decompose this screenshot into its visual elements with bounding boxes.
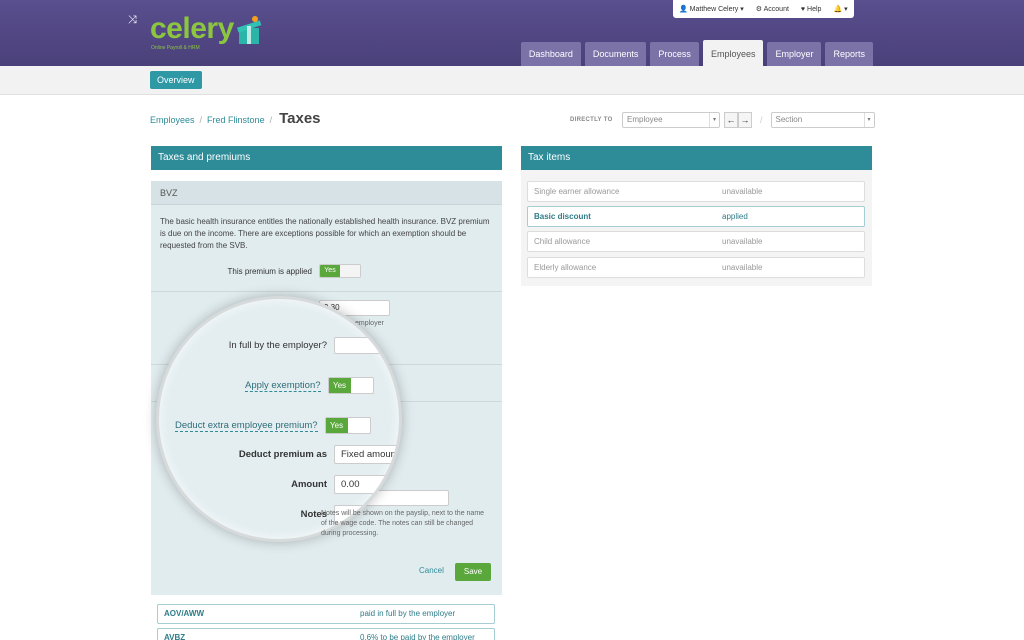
tax-item-name: Elderly allowance — [534, 263, 597, 272]
mag-deduct-as-row: Deduct premium as Fixed amount — [159, 445, 399, 464]
breadcrumb-separator: / — [199, 115, 203, 125]
list-item-name: AVBZ — [164, 633, 186, 640]
full-by-employer-toggle[interactable] — [334, 337, 380, 354]
mag-full-by-employer-row: In full by the employer? — [159, 337, 380, 354]
full-by-employer-label: In full by the employer? — [228, 340, 327, 351]
directly-to-bar: DIRECTLY TO Employee ▾ ← → / Section ▾ — [570, 112, 875, 128]
brand-name: celery — [150, 12, 234, 45]
tab-process[interactable]: Process — [650, 42, 699, 66]
deduct-as-label: Deduct premium as — [238, 449, 327, 460]
tax-items-panel-title: Tax items — [521, 146, 872, 170]
tax-item-status: unavailable — [722, 187, 763, 196]
tax-item[interactable]: Single earner allowance unavailable — [527, 181, 865, 202]
tab-employees[interactable]: Employees — [702, 40, 764, 66]
user-menu: 👤 Matthew Celery ▾ ⚙ Account ♥ Help 🔔 ▾ — [673, 0, 854, 18]
premium-applied-toggle[interactable]: Yes — [319, 264, 361, 278]
bvz-description: The basic health insurance entitles the … — [160, 217, 490, 250]
top-header: celery Online Payroll & HRM ⤨ 👤 Matthew … — [0, 0, 1024, 66]
employee-select[interactable]: Employee ▾ — [622, 112, 720, 128]
premium-applied-label: This premium is applied — [227, 266, 312, 276]
list-item[interactable]: AOV/AWW paid in full by the employer — [157, 604, 495, 624]
deduct-as-select[interactable]: Fixed amount — [334, 445, 399, 464]
toggle-knob — [340, 265, 360, 277]
list-item-status: paid in full by the employer — [360, 609, 456, 618]
account-label: Account — [763, 6, 789, 13]
premium-applied-row: This premium is applied Yes — [151, 264, 361, 278]
toggle-yes: Yes — [320, 265, 340, 277]
brand-tagline: Online Payroll & HRM — [151, 45, 200, 51]
chevron-down-icon: ▾ — [863, 113, 874, 127]
save-button[interactable]: Save — [455, 563, 491, 581]
notes-label: Notes — [300, 509, 327, 520]
sub-nav: Overview — [0, 66, 1024, 95]
mag-apply-exemption-row: Apply exemption? Yes — [159, 377, 374, 394]
deduct-extra-label: Deduct extra employee premium? — [175, 419, 318, 432]
directly-to-label: DIRECTLY TO — [570, 117, 613, 123]
overview-button[interactable]: Overview — [150, 71, 202, 89]
help-link[interactable]: ♥ Help — [801, 6, 822, 13]
bvz-title[interactable]: BVZ — [151, 181, 502, 205]
tax-item-status: applied — [722, 212, 748, 221]
breadcrumb-employees[interactable]: Employees — [150, 115, 195, 125]
chevron-down-icon: ▾ — [709, 113, 719, 127]
section-select-value: Section — [775, 115, 803, 124]
bell-icon: 🔔 — [833, 6, 843, 13]
tax-item[interactable]: Child allowance unavailable — [527, 231, 865, 252]
cancel-button[interactable]: Cancel — [419, 566, 444, 575]
tab-reports[interactable]: Reports — [825, 42, 873, 66]
shuffle-icon[interactable]: ⤨ — [128, 14, 137, 27]
tax-item-status: unavailable — [722, 263, 763, 272]
help-label: Help — [807, 5, 822, 13]
tax-item-status: unavailable — [722, 237, 763, 246]
mag-deduct-extra-row: Deduct extra employee premium? Yes — [159, 417, 371, 434]
account-link[interactable]: ⚙ Account — [756, 5, 789, 13]
toggle-yes: Yes — [328, 378, 351, 393]
tab-dashboard[interactable]: Dashboard — [520, 42, 581, 66]
list-item[interactable]: AVBZ 0.6% to be paid by the employer — [157, 628, 495, 640]
section-select[interactable]: Section ▾ — [770, 112, 875, 128]
tax-item[interactable]: Basic discount applied — [527, 206, 865, 227]
page-title: Taxes — [279, 110, 321, 127]
toggle-yes: Yes — [325, 418, 348, 433]
notifications-dropdown[interactable]: 🔔 ▾ — [833, 5, 847, 13]
magnifier-lens: In full by the employer? Apply exemption… — [156, 296, 402, 542]
apply-exemption-label: Apply exemption? — [245, 379, 321, 392]
brand-logo[interactable]: celery Online Payroll & HRM — [150, 12, 262, 51]
mag-amount-row: Amount 0.00 — [159, 475, 399, 494]
user-icon: 👤 — [679, 6, 688, 13]
previous-arrow-button[interactable]: ← — [724, 112, 738, 128]
tax-item-name: Child allowance — [534, 237, 591, 246]
apply-exemption-toggle[interactable]: Yes — [327, 377, 374, 394]
amount-input[interactable]: 0.00 — [334, 475, 399, 494]
tax-item[interactable]: Elderly allowance unavailable — [527, 257, 865, 278]
tax-item-name: Single earner allowance — [534, 187, 620, 196]
main-nav: Dashboard Documents Process Employees Em… — [520, 40, 873, 66]
list-item-name: AOV/AWW — [164, 609, 204, 618]
tab-employer[interactable]: Employer — [767, 42, 822, 66]
gift-box-icon — [236, 16, 262, 44]
list-item-status: 0.6% to be paid by the employer — [360, 633, 475, 640]
gear-icon: ⚙ — [755, 6, 763, 13]
notes-hint: Notes will be shown on the payslip, next… — [321, 510, 485, 537]
divider — [151, 291, 502, 292]
breadcrumb-person[interactable]: Fred Flinstone — [207, 115, 265, 125]
divider: / — [760, 115, 763, 125]
deduct-extra-toggle[interactable]: Yes — [324, 417, 371, 434]
amount-label: Amount — [291, 479, 327, 490]
next-arrow-button[interactable]: → — [738, 112, 752, 128]
heart-icon: ♥ — [800, 5, 806, 13]
breadcrumb-separator: / — [269, 115, 273, 125]
tab-documents[interactable]: Documents — [584, 42, 647, 66]
tax-item-name: Basic discount — [534, 212, 591, 221]
taxes-panel-title: Taxes and premiums — [151, 146, 502, 170]
user-name: Matthew Celery — [689, 6, 739, 13]
employee-select-value: Employee — [627, 115, 663, 124]
user-dropdown[interactable]: 👤 Matthew Celery ▾ — [679, 5, 744, 13]
breadcrumb: Employees / Fred Flinstone / Taxes — [150, 110, 321, 127]
